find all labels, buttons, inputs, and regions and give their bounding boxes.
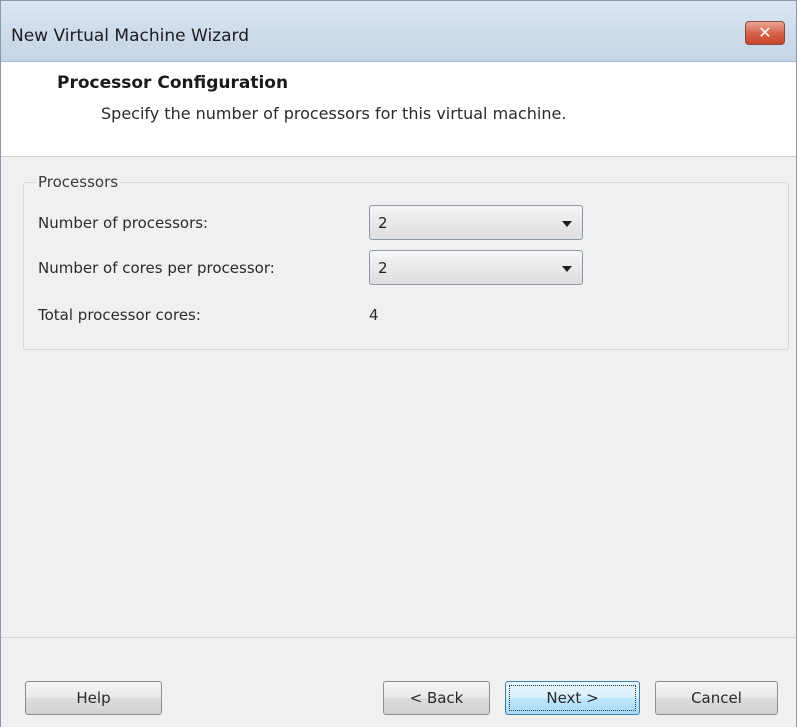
next-button-label: Next >: [546, 689, 599, 707]
back-button-label: < Back: [409, 689, 464, 707]
help-button-label: Help: [76, 689, 111, 707]
total-cores-value: 4: [369, 306, 379, 324]
wizard-header: Processor Configuration Specify the numb…: [1, 62, 796, 157]
cancel-button[interactable]: Cancel: [655, 681, 778, 715]
help-button[interactable]: Help: [25, 681, 162, 715]
page-title: Processor Configuration: [57, 73, 289, 93]
total-cores-label: Total processor cores:: [38, 306, 201, 324]
window-title: New Virtual Machine Wizard: [11, 26, 249, 46]
next-button[interactable]: Next >: [505, 681, 640, 715]
title-bar[interactable]: New Virtual Machine Wizard ✕: [1, 1, 796, 62]
processors-group-label: Processors: [35, 173, 122, 191]
close-icon: ✕: [758, 23, 772, 42]
wizard-content: Processors Number of processors: 2 Numbe…: [1, 157, 796, 637]
num-processors-label: Number of processors:: [38, 214, 209, 232]
close-button[interactable]: ✕: [745, 21, 785, 45]
cores-per-processor-label: Number of cores per processor:: [38, 259, 275, 277]
cores-per-processor-select[interactable]: 2: [369, 250, 583, 285]
cancel-button-label: Cancel: [691, 689, 742, 707]
page-subtitle: Specify the number of processors for thi…: [101, 104, 567, 123]
num-processors-select[interactable]: 2: [369, 205, 583, 240]
cores-per-processor-value: 2: [378, 259, 388, 277]
back-button[interactable]: < Back: [383, 681, 490, 715]
wizard-footer: Help < Back Next > Cancel: [1, 637, 796, 727]
wizard-window: New Virtual Machine Wizard ✕ Processor C…: [0, 0, 797, 727]
chevron-down-icon: [562, 266, 572, 272]
chevron-down-icon: [562, 221, 572, 227]
num-processors-value: 2: [378, 214, 388, 232]
